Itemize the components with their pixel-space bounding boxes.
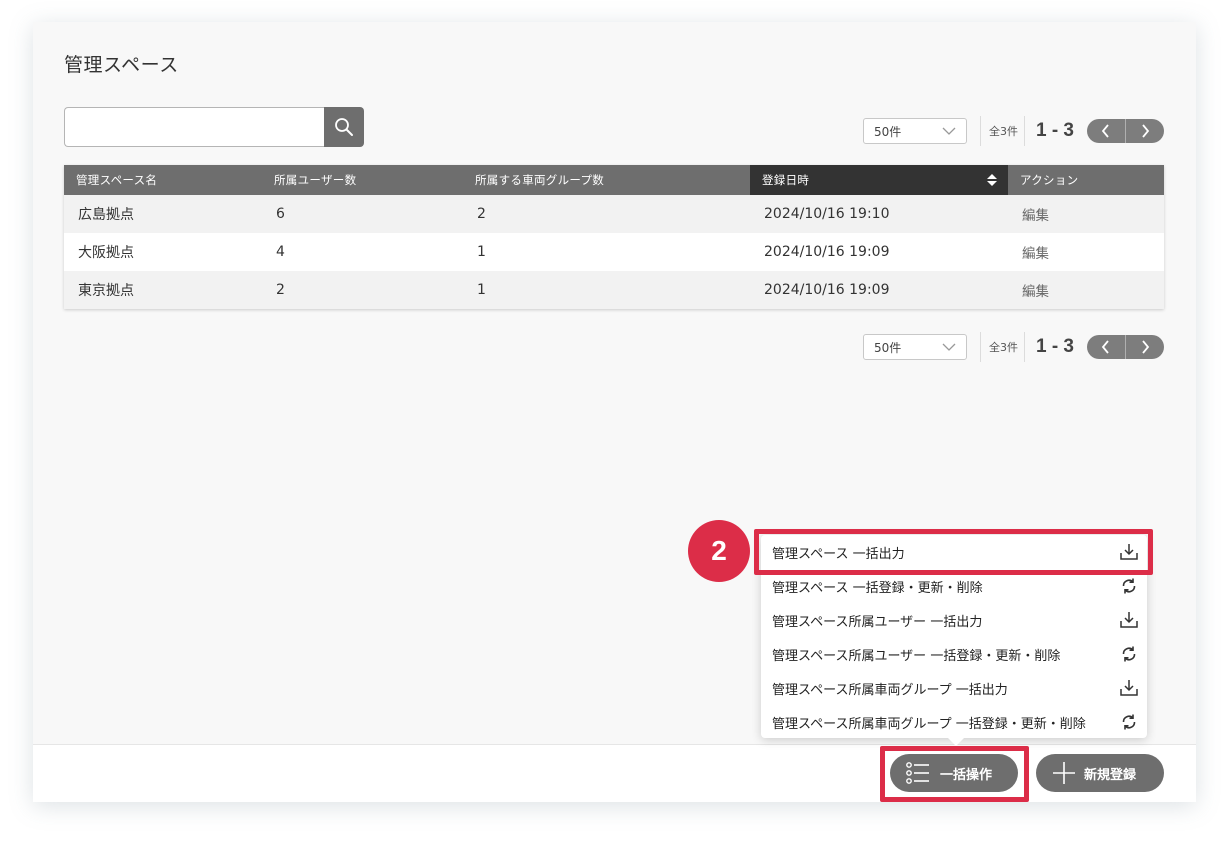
column-header[interactable]: 所属ユーザー数 — [262, 165, 463, 195]
edit-link[interactable]: 編集 — [1008, 271, 1164, 309]
download-icon — [1119, 678, 1139, 698]
total-count: 全3件 — [988, 125, 1018, 138]
menu-item-label: 管理スペース所属車両グループ 一括出力 — [772, 682, 1008, 698]
column-header-sorted[interactable]: 登録日時 — [750, 165, 1008, 195]
per-page-select[interactable]: 50件 — [862, 334, 967, 360]
search-icon — [335, 118, 353, 136]
chevron-down-icon — [942, 343, 956, 351]
menu-item-import-vehicle-groups[interactable]: 管理スペース所属車両グループ 一括登録・更新・削除 — [761, 705, 1147, 739]
table-row: 広島拠点 6 2 2024/10/16 19:10 編集 — [64, 195, 1164, 233]
table-row: 東京拠点 2 1 2024/10/16 19:09 編集 — [64, 271, 1164, 309]
chevron-down-icon — [942, 127, 956, 135]
divider — [1023, 332, 1025, 362]
menu-pointer — [948, 738, 964, 746]
pager-top: 50件 全3件 1 - 3 — [862, 116, 1164, 146]
group-count: 1 — [463, 233, 750, 271]
per-page-value: 50件 — [873, 124, 902, 139]
page-range: 1 - 3 — [1035, 336, 1074, 357]
column-header[interactable]: 所属する車両グループ数 — [463, 165, 750, 195]
sync-icon — [1119, 576, 1139, 596]
highlight-box — [754, 529, 1153, 575]
table-row: 大阪拠点 4 1 2024/10/16 19:09 編集 — [64, 233, 1164, 271]
divider — [979, 116, 981, 146]
edit-link[interactable]: 編集 — [1008, 233, 1164, 271]
registered-date: 2024/10/16 19:09 — [750, 271, 1008, 309]
chevron-left-icon — [1101, 124, 1109, 138]
prev-page-button[interactable] — [1087, 119, 1126, 143]
page-title: 管理スペース — [64, 54, 179, 76]
page-range: 1 - 3 — [1035, 120, 1074, 141]
group-count: 1 — [463, 271, 750, 309]
spaces-table: 管理スペース名 所属ユーザー数 所属する車両グループ数 登録日時 アクション 広… — [64, 165, 1164, 309]
next-page-button[interactable] — [1126, 119, 1164, 143]
app-window: 管理スペース 50件 全3件 1 - 3 管理スペース名 所属ユーザー数 所属す… — [33, 22, 1196, 802]
menu-item-label: 管理スペース所属ユーザー 一括出力 — [772, 614, 983, 630]
per-page-value: 50件 — [873, 340, 902, 355]
next-page-button[interactable] — [1126, 335, 1164, 359]
edit-link[interactable]: 編集 — [1008, 195, 1164, 233]
search-box — [64, 107, 364, 147]
user-count: 6 — [262, 195, 463, 233]
divider — [979, 332, 981, 362]
per-page-select[interactable]: 50件 — [862, 118, 967, 144]
divider — [1023, 116, 1025, 146]
highlight-box — [880, 746, 1029, 802]
column-header-label: 登録日時 — [762, 173, 810, 187]
menu-item-label: 管理スペース所属車両グループ 一括登録・更新・削除 — [772, 716, 1086, 732]
space-name: 広島拠点 — [64, 195, 262, 233]
user-count: 4 — [262, 233, 463, 271]
new-registration-label: 新規登録 — [1084, 767, 1137, 783]
sort-icon — [987, 174, 997, 186]
column-header: アクション — [1008, 165, 1164, 195]
space-name: 大阪拠点 — [64, 233, 262, 271]
plus-icon — [1053, 762, 1075, 784]
user-count: 2 — [262, 271, 463, 309]
menu-item-label: 管理スペース 一括登録・更新・削除 — [772, 580, 983, 596]
page-nav — [1087, 119, 1164, 143]
search-button[interactable] — [324, 107, 364, 147]
chevron-right-icon — [1142, 340, 1150, 354]
pager-bottom: 50件 全3件 1 - 3 — [862, 332, 1164, 362]
column-header[interactable]: 管理スペース名 — [64, 165, 262, 195]
group-count: 2 — [463, 195, 750, 233]
chevron-left-icon — [1101, 340, 1109, 354]
menu-item-export-vehicle-groups[interactable]: 管理スペース所属車両グループ 一括出力 — [761, 671, 1147, 705]
sync-icon — [1119, 712, 1139, 732]
space-name: 東京拠点 — [64, 271, 262, 309]
prev-page-button[interactable] — [1087, 335, 1126, 359]
registered-date: 2024/10/16 19:09 — [750, 233, 1008, 271]
menu-item-label: 管理スペース所属ユーザー 一括登録・更新・削除 — [772, 648, 1061, 664]
table-header-row: 管理スペース名 所属ユーザー数 所属する車両グループ数 登録日時 アクション — [64, 165, 1164, 195]
chevron-right-icon — [1142, 124, 1150, 138]
step-badge: 2 — [688, 520, 750, 582]
menu-item-import-users[interactable]: 管理スペース所属ユーザー 一括登録・更新・削除 — [761, 637, 1147, 671]
download-icon — [1119, 610, 1139, 630]
menu-item-export-users[interactable]: 管理スペース所属ユーザー 一括出力 — [761, 603, 1147, 637]
new-registration-button[interactable]: 新規登録 — [1036, 754, 1164, 792]
page-nav — [1087, 335, 1164, 359]
sync-icon — [1119, 644, 1139, 664]
registered-date: 2024/10/16 19:10 — [750, 195, 1008, 233]
total-count: 全3件 — [988, 341, 1018, 354]
search-input[interactable] — [64, 107, 324, 147]
